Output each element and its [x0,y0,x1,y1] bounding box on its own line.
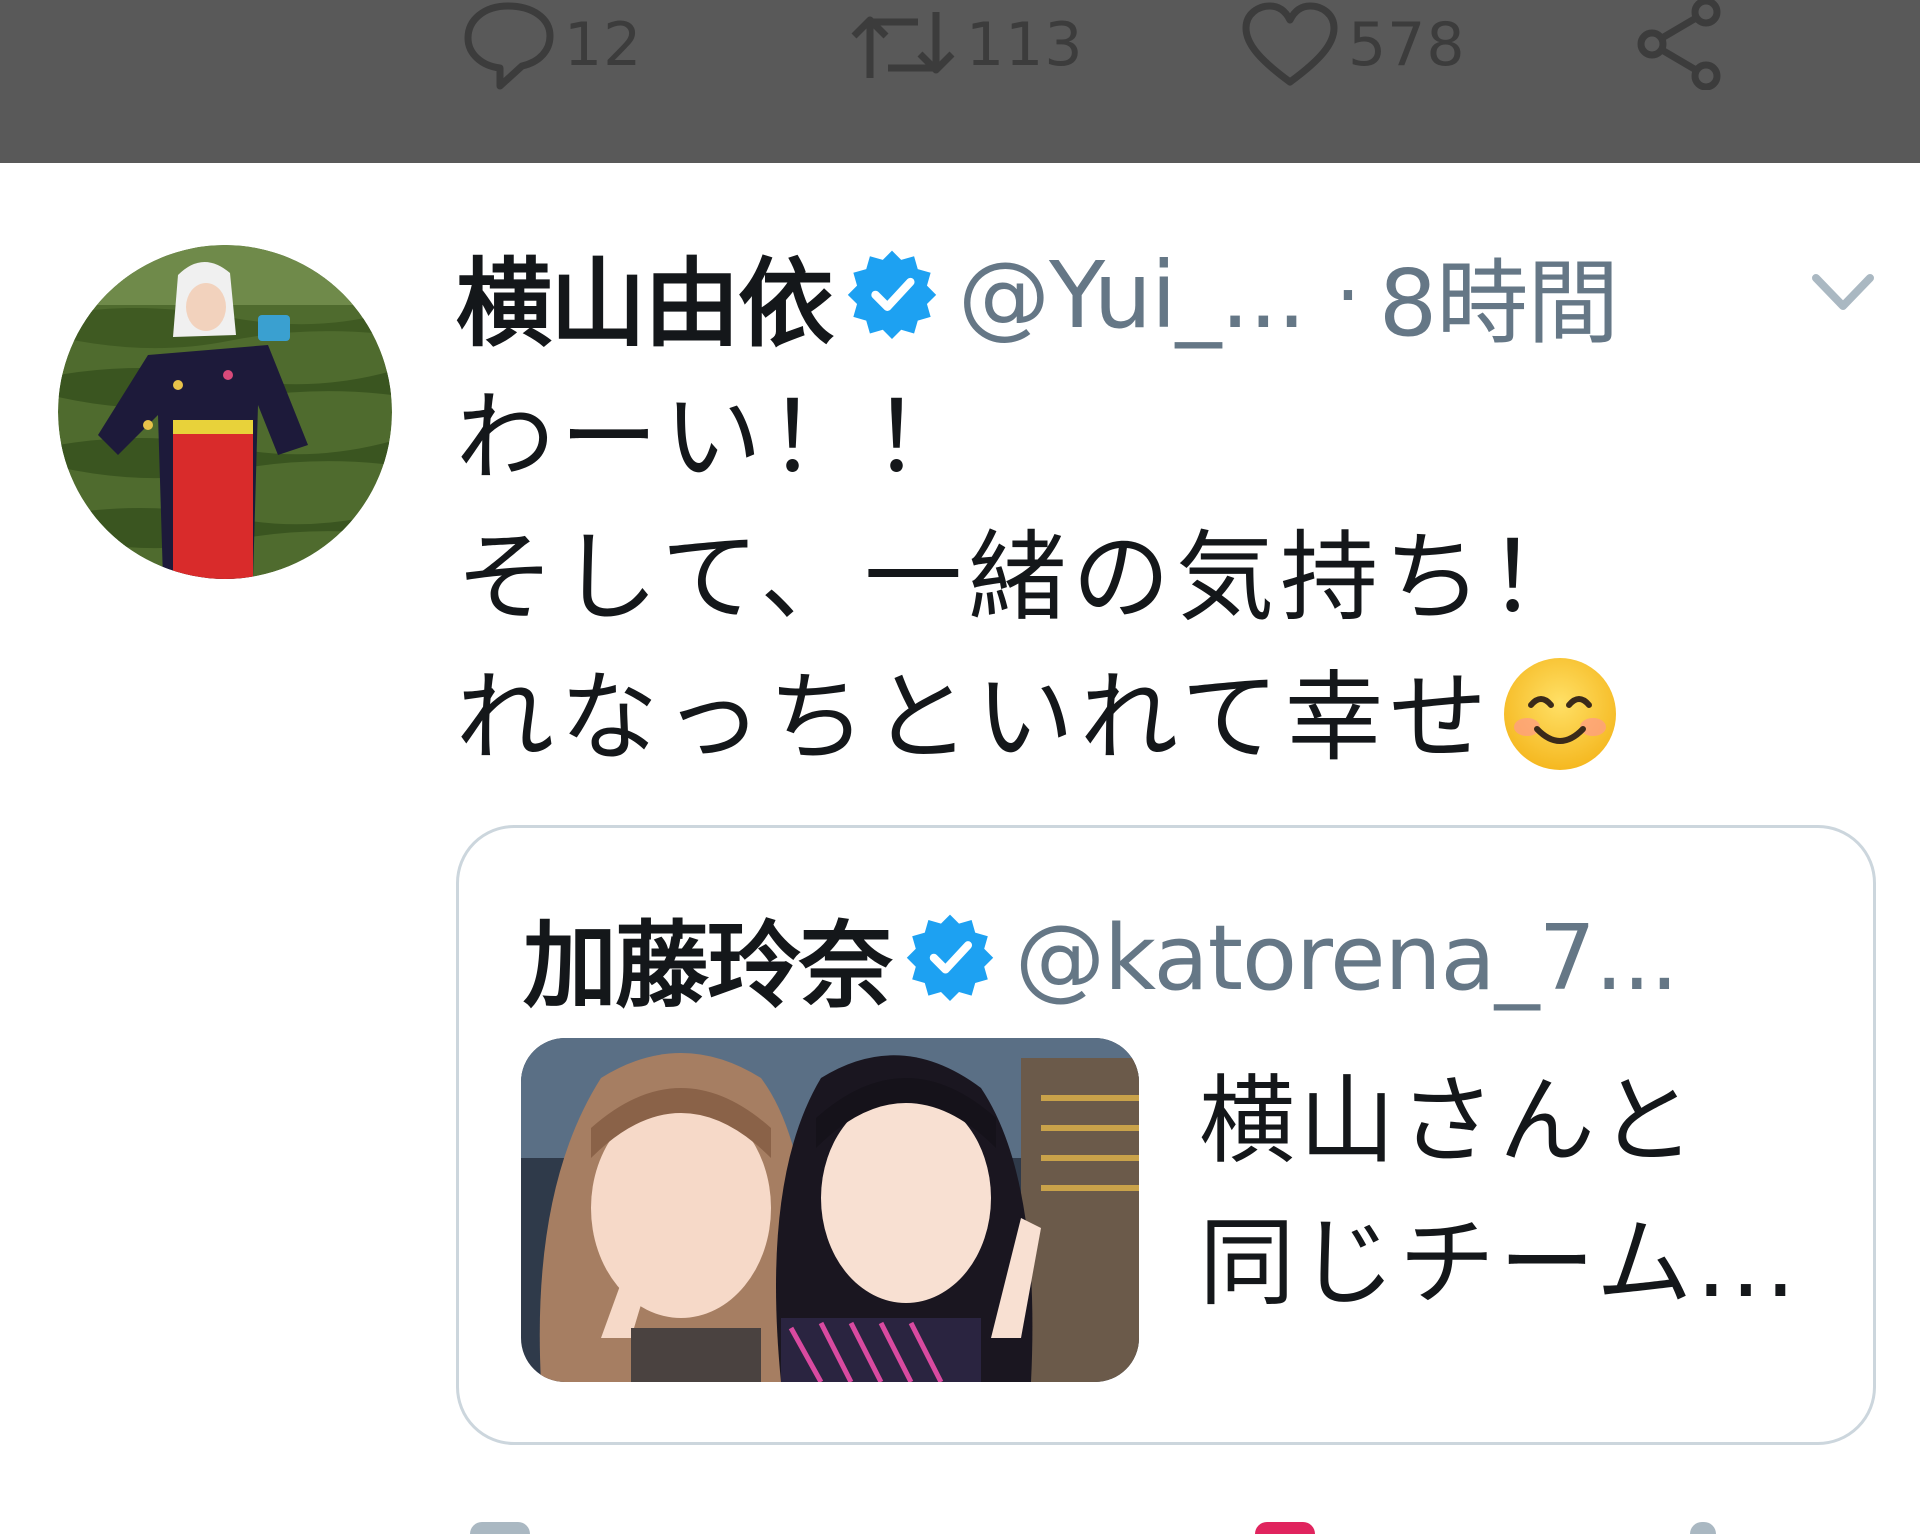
quoted-line: 同じチーム... [1199,1207,1800,1319]
separator-dot: · [1335,248,1361,342]
display-name[interactable]: 横山由依 [456,226,834,365]
tweet-header: 横山由依 @Yui_... · 8時間 [456,240,1856,360]
chevron-down-icon [1810,274,1876,320]
retweet-count: 113 [966,10,1084,80]
next-heart-icon [1255,1522,1315,1534]
quoted-tweet-header: 加藤玲奈 @katorena_7... [523,898,1863,1022]
verified-badge-icon [905,911,995,1005]
smiling-face-emoji-icon [1501,655,1619,810]
like-count: 578 [1348,10,1466,80]
quoted-tweet-card[interactable]: 加藤玲奈 @katorena_7... 横山さんと 同じチーム... [456,825,1876,1445]
quoted-tweet-text: 横山さんと 同じチーム... [1199,1050,1839,1334]
more-options-button[interactable] [1810,270,1876,320]
timestamp[interactable]: 8時間 [1379,229,1620,362]
like-button[interactable]: 578 [1240,0,1466,90]
heart-icon [1240,0,1340,90]
tweet-line: れなっちといれて幸せ [456,648,1856,810]
tweet-text: わーい！！ そして、一緒の気持ち！ れなっちといれて幸せ [456,368,1856,810]
share-button[interactable] [1630,0,1730,90]
tweet-line-text: れなっちといれて幸せ [456,661,1494,775]
quoted-line: 横山さんと [1199,1065,1699,1177]
quoted-handle: @katorena_7... [1015,905,1679,1011]
next-share-icon [1690,1522,1716,1534]
previous-tweet-action-bar: 12 113 578 [0,0,1920,163]
retweet-icon [848,0,958,90]
verified-badge-icon [846,247,938,343]
reply-icon [460,0,556,90]
retweet-button[interactable]: 113 [848,0,1084,90]
next-reply-icon [470,1522,530,1534]
tweet-line: そして、一緒の気持ち！ [456,521,1593,635]
reply-count: 12 [564,10,643,80]
reply-button[interactable]: 12 [460,0,642,90]
avatar[interactable] [58,245,392,579]
quoted-tweet-photo[interactable] [521,1038,1139,1382]
handle[interactable]: @Yui_... [958,242,1306,349]
share-icon [1630,0,1730,90]
quoted-display-name: 加藤玲奈 [523,912,893,1021]
tweet-line: わーい！！ [456,381,977,495]
